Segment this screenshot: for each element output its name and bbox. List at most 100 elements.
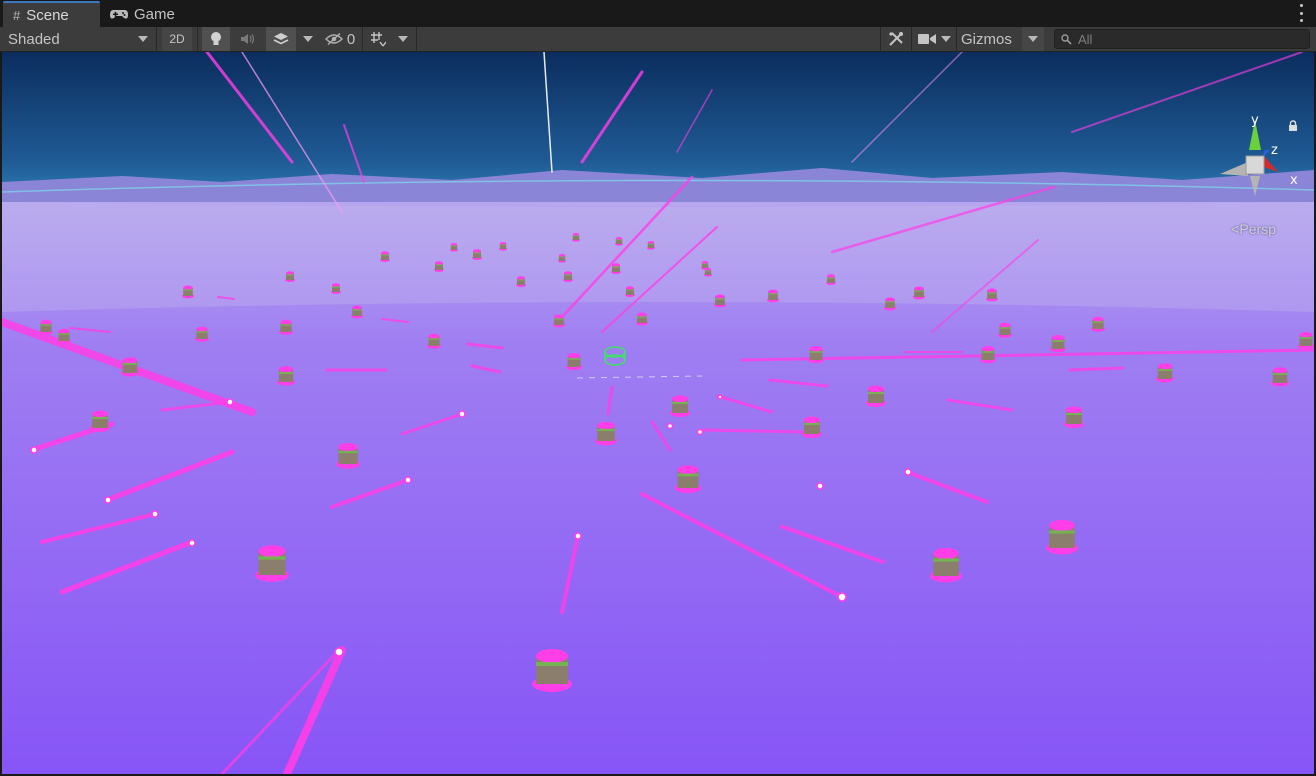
turret[interactable] [285,271,295,282]
gizmos-dropdown[interactable] [1022,27,1044,51]
grid-snap-button[interactable] [366,27,390,51]
turret[interactable] [182,285,194,299]
turret[interactable] [563,271,573,282]
turret[interactable] [866,385,886,408]
draw-mode-value: Shaded [8,30,60,48]
turret[interactable] [553,314,565,328]
turret[interactable] [884,297,896,311]
scene-viewport[interactable]: y z x <Persp [2,52,1314,774]
center-cube[interactable] [1245,155,1265,175]
turret[interactable] [980,346,996,364]
turret[interactable] [572,233,580,242]
turret[interactable] [331,283,341,294]
turret[interactable] [930,548,962,583]
hash-icon: # [13,7,21,23]
turret[interactable] [1050,335,1066,353]
turret[interactable] [675,465,701,494]
turret[interactable] [255,545,289,582]
effects-dropdown[interactable] [298,27,318,51]
turret[interactable] [670,395,690,418]
draw-mode-dropdown[interactable]: Shaded [0,27,156,51]
orientation-gizmo[interactable]: y z x [1210,112,1300,202]
turret[interactable] [1091,316,1105,332]
chevron-down-icon [940,36,951,42]
camera-settings-button[interactable] [913,27,955,51]
turret[interactable] [636,312,648,326]
turret[interactable] [450,243,458,252]
grid-dropdown[interactable] [392,27,414,51]
chevron-down-icon [138,36,148,42]
chevron-down-icon [303,36,313,42]
turret[interactable] [1156,363,1174,383]
turret[interactable] [802,416,822,439]
turret[interactable] [57,328,71,344]
scene-render[interactable] [2,52,1314,774]
turret[interactable] [380,251,390,262]
audio-toggle-button[interactable] [232,27,264,51]
hidden-eye-icon [324,33,343,45]
lighting-toggle-button[interactable] [202,27,230,51]
turret[interactable] [1298,332,1314,350]
turret[interactable] [767,289,779,303]
gizmos-label: Gizmos [961,30,1012,48]
turret[interactable] [611,263,621,274]
scene-toolbar: Shaded 2D 0 Gizmos All [0,27,1316,52]
turret[interactable] [1064,406,1084,429]
layers-icon [273,33,289,45]
turret[interactable] [625,286,635,297]
projection-label: Persp [1239,221,1276,237]
gamepad-icon [110,10,128,19]
turret[interactable] [336,443,360,469]
turret[interactable] [986,288,998,302]
turret[interactable] [90,410,110,433]
search-icon [1061,33,1072,45]
tools-icon [889,32,903,46]
turret[interactable] [351,305,363,319]
camera-icon [917,34,936,44]
neg-x-axis-cone[interactable] [1220,162,1248,176]
turret[interactable] [826,274,836,285]
chevron-down-icon [398,36,408,42]
gizmos-button[interactable]: Gizmos [957,27,1021,51]
search-field[interactable] [1054,29,1310,49]
tab-scene[interactable]: # Scene [3,1,100,27]
turret[interactable] [558,254,566,263]
tab-game[interactable]: Game [100,2,190,27]
2d-toggle-button[interactable]: 2D [162,27,192,51]
z-axis-label: z [1271,143,1278,158]
speaker-icon [241,34,255,44]
turret[interactable] [427,333,441,349]
effects-toggle-button[interactable] [266,27,296,51]
turret[interactable] [913,286,925,300]
turret[interactable] [998,322,1012,338]
turret[interactable] [516,276,526,287]
turret[interactable] [647,241,655,250]
turret[interactable] [279,319,293,335]
turret[interactable] [1046,520,1078,555]
turret[interactable] [39,319,53,335]
turret[interactable] [566,353,582,371]
lightbulb-icon [211,32,221,45]
projection-toggle[interactable]: <Persp [1231,221,1276,237]
turret[interactable] [704,268,712,277]
turret[interactable] [121,357,139,377]
turret[interactable] [595,421,617,446]
lock-icon[interactable] [1288,120,1298,132]
tools-button[interactable] [882,27,910,51]
turret[interactable] [808,346,824,364]
tab-scene-label: Scene [26,6,69,24]
scene-visibility-toggle[interactable]: 0 [320,27,360,51]
turret[interactable] [714,294,726,308]
turret[interactable] [195,326,209,342]
neg-y-axis-cone[interactable] [1250,176,1260,196]
turret[interactable] [615,237,623,246]
ground-haze [2,202,1314,312]
search-input[interactable] [1078,31,1298,47]
turret[interactable] [472,249,482,260]
turret[interactable] [277,366,295,386]
turret[interactable] [434,261,444,272]
turret[interactable] [499,242,507,251]
more-options-icon[interactable] [1298,4,1304,22]
turret[interactable] [532,649,572,692]
turret[interactable] [1271,367,1289,387]
